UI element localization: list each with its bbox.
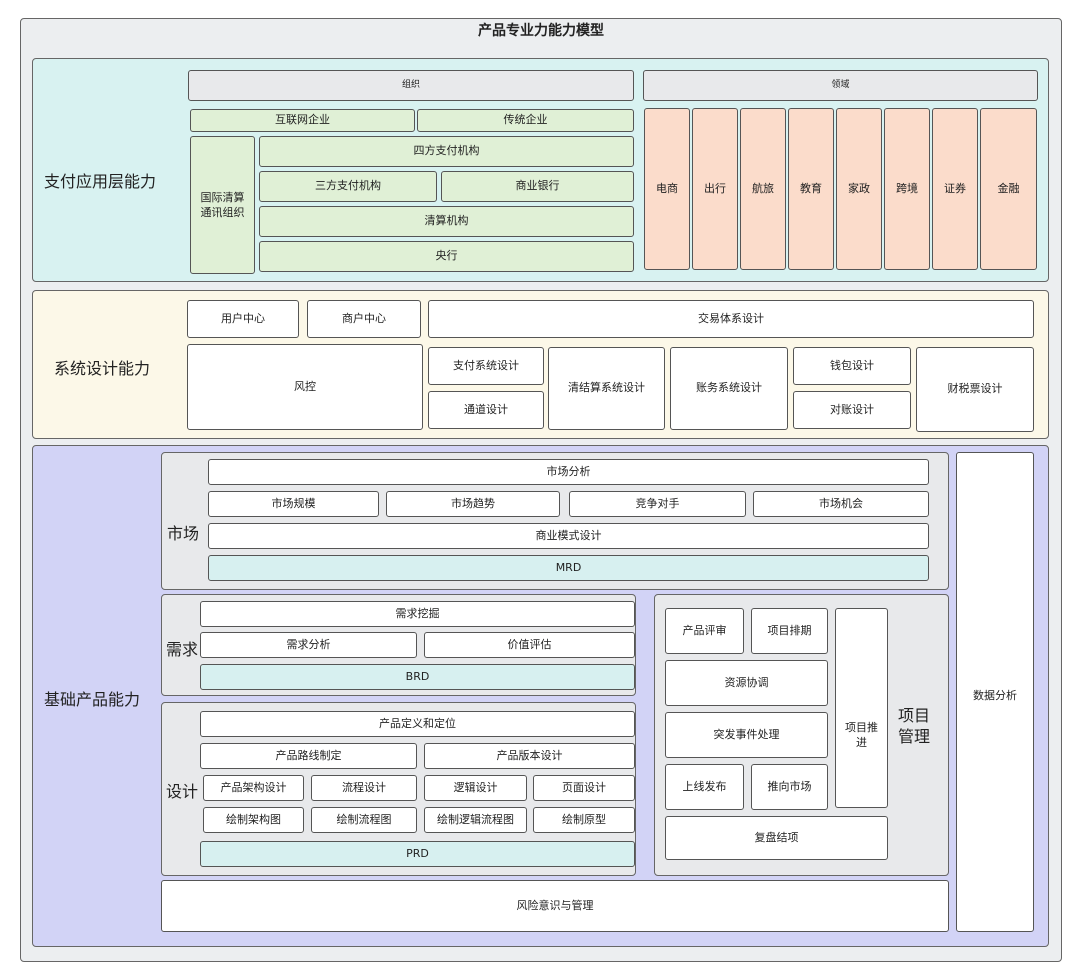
emergency-handling: 突发事件处理 — [665, 712, 828, 758]
pay-system-design: 支付系统设计 — [428, 347, 544, 385]
domain-ecommerce: 电商 — [644, 108, 690, 270]
product-version-design: 产品版本设计 — [424, 743, 635, 769]
prd: PRD — [200, 841, 635, 867]
market-label: 市场 — [167, 524, 200, 543]
data-analysis-label: 数据分析 — [973, 689, 1017, 702]
demand-mining: 需求挖掘 — [200, 601, 635, 627]
diagram-title: 产品专业力能力模型 — [478, 23, 604, 39]
base-product-label: 基础产品能力 — [44, 690, 141, 709]
intl-clearing-label: 国际清算 通讯组织 — [200, 191, 245, 219]
channel-design: 通道设计 — [428, 391, 544, 429]
product-architecture-design: 产品架构设计 — [203, 775, 304, 801]
market-opportunity: 市场机会 — [753, 491, 929, 517]
draw-flowchart: 绘制流程图 — [311, 807, 417, 833]
logic-design: 逻辑设计 — [424, 775, 527, 801]
business-model-design: 商业模式设计 — [208, 523, 929, 549]
domain-aviation: 航旅 — [740, 108, 786, 270]
project-advance: 项目推 进 — [835, 608, 888, 808]
risk-control: 风控 — [187, 344, 423, 430]
project-schedule: 项目排期 — [751, 608, 828, 654]
go-to-market: 推向市场 — [751, 764, 828, 810]
product-definition: 产品定义和定位 — [200, 711, 635, 737]
project-retrospective: 复盘结项 — [665, 816, 888, 860]
market-analysis: 市场分析 — [208, 459, 929, 485]
domain-travel: 出行 — [692, 108, 738, 270]
value-assessment: 价值评估 — [424, 632, 635, 658]
product-roadmap: 产品路线制定 — [200, 743, 417, 769]
system-design-label: 系统设计能力 — [54, 359, 151, 378]
user-center: 用户中心 — [187, 300, 299, 338]
domain-crossborder: 跨境 — [884, 108, 930, 270]
risk-awareness: 风险意识与管理 — [161, 880, 949, 932]
draw-architecture: 绘制架构图 — [203, 807, 304, 833]
merchant-center: 商户中心 — [307, 300, 421, 338]
commercial-bank: 商业银行 — [441, 171, 634, 202]
traditional-company: 传统企业 — [417, 109, 634, 132]
trade-system-design: 交易体系设计 — [428, 300, 1034, 338]
data-analysis: 数据分析 — [956, 452, 1034, 932]
market-trend: 市场趋势 — [386, 491, 560, 517]
design-label: 设计 — [166, 782, 199, 801]
domain-header: 领域 — [643, 70, 1038, 101]
four-party-payment: 四方支付机构 — [259, 136, 634, 167]
competitor: 竞争对手 — [569, 491, 746, 517]
product-review: 产品评审 — [665, 608, 744, 654]
internet-company: 互联网企业 — [190, 109, 415, 132]
central-bank: 央行 — [259, 241, 634, 272]
resource-coordination: 资源协调 — [665, 660, 828, 706]
org-header: 组织 — [188, 70, 634, 101]
draw-logic-flowchart: 绘制逻辑流程图 — [424, 807, 527, 833]
page-design: 页面设计 — [533, 775, 635, 801]
payment-layer-label: 支付应用层能力 — [44, 172, 157, 191]
project-advance-label: 项目推 进 — [845, 721, 878, 749]
domain-finance: 金融 — [980, 108, 1037, 270]
domain-education: 教育 — [788, 108, 834, 270]
wallet-design: 钱包设计 — [793, 347, 911, 385]
accounting-system-design: 账务系统设计 — [670, 347, 788, 430]
flow-design: 流程设计 — [311, 775, 417, 801]
project-management-label: 项目 管理 — [898, 706, 931, 746]
domain-securities: 证券 — [932, 108, 978, 270]
clearing-org: 清算机构 — [259, 206, 634, 237]
draw-prototype: 绘制原型 — [533, 807, 635, 833]
settlement-system-design: 清结算系统设计 — [548, 347, 665, 430]
brd: BRD — [200, 664, 635, 690]
market-scale: 市场规模 — [208, 491, 379, 517]
domain-housekeeping: 家政 — [836, 108, 882, 270]
demand-label: 需求 — [166, 640, 199, 659]
finance-tax-design: 财税票设计 — [916, 347, 1034, 432]
launch-release: 上线发布 — [665, 764, 744, 810]
reconciliation-design: 对账设计 — [793, 391, 911, 429]
mrd: MRD — [208, 555, 929, 581]
demand-analysis: 需求分析 — [200, 632, 417, 658]
third-party-payment: 三方支付机构 — [259, 171, 437, 202]
intl-clearing-org: 国际清算 通讯组织 — [190, 136, 255, 274]
